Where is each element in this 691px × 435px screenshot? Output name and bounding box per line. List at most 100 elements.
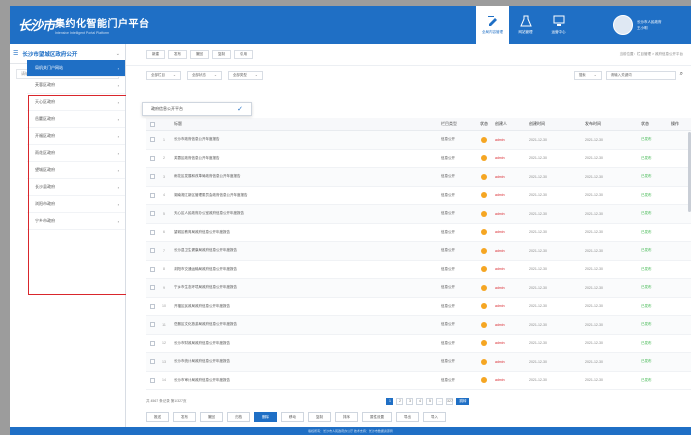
row-title[interactable]: 浏阳市交通运输局政府信息公开年度报告 bbox=[170, 267, 441, 272]
row-checkbox[interactable] bbox=[149, 322, 155, 328]
sidebar-item[interactable]: 宁乡市政府 › bbox=[27, 213, 125, 230]
row-title[interactable]: 长沙市政府信息公开年度报告 bbox=[170, 137, 441, 142]
go-button[interactable]: 跳转 bbox=[456, 397, 470, 405]
menu-icon[interactable]: ☰ bbox=[13, 50, 18, 57]
sidebar-item[interactable]: 浏阳市政府 › bbox=[27, 196, 125, 213]
row-checkbox[interactable] bbox=[149, 359, 155, 365]
row-checkbox[interactable] bbox=[149, 137, 155, 143]
table-row[interactable]: 1 长沙市政府信息公开年度报告 信息公开 admin 2021-12-30 20… bbox=[146, 131, 691, 150]
sidebar-item[interactable]: 开福区政府 › bbox=[27, 128, 125, 145]
page-button[interactable]: 327 bbox=[446, 397, 454, 405]
new-button[interactable]: 新建 bbox=[146, 50, 165, 59]
table-row[interactable]: 12 长沙市财政局政府信息公开年度报告 信息公开 admin 2021-12-3… bbox=[146, 335, 691, 353]
row-title[interactable]: 湖南湘江新区管理委员会政府信息公开年度报告 bbox=[170, 193, 441, 198]
nav-site-management[interactable]: 网站管理 bbox=[509, 6, 542, 44]
page-button[interactable]: 3 bbox=[406, 397, 414, 405]
bottom-action-button[interactable]: 移动 bbox=[281, 412, 304, 422]
row-title[interactable]: 长沙县卫生健康局政府信息公开年度报告 bbox=[170, 248, 441, 253]
row-checkbox[interactable] bbox=[149, 285, 155, 291]
row-checkbox[interactable] bbox=[149, 340, 155, 346]
row-checkbox[interactable] bbox=[149, 174, 155, 180]
search-icon[interactable]: ⌕ bbox=[680, 71, 683, 80]
header-type[interactable]: 栏目类型 bbox=[441, 121, 477, 127]
withdraw-button[interactable]: 撤回 bbox=[190, 50, 209, 59]
header-published[interactable]: 发布时间 bbox=[585, 121, 641, 127]
table-row[interactable]: 2 芙蓉区政府信息公开年度报告 信息公开 admin 2021-12-30 20… bbox=[146, 150, 691, 168]
search-input[interactable]: 请输入关键词 bbox=[605, 70, 676, 80]
bottom-action-button[interactable]: 排序 bbox=[335, 412, 358, 422]
page-button[interactable]: 2 bbox=[396, 397, 404, 405]
column-filter[interactable]: 全部栏目 ⌄ bbox=[146, 70, 181, 80]
row-title[interactable]: 长沙市财政局政府信息公开年度报告 bbox=[170, 341, 441, 346]
table-row[interactable]: 14 长沙市审计局政府信息公开年度报告 信息公开 admin 2021-12-3… bbox=[146, 372, 691, 390]
table-row[interactable]: 7 长沙县卫生健康局政府信息公开年度报告 信息公开 admin 2021-12-… bbox=[146, 242, 691, 261]
sidebar-item[interactable]: 局机关门户网站 › bbox=[27, 60, 125, 77]
table-row[interactable]: 10 开福区民政局政府信息公开年度报告 信息公开 admin 2021-12-3… bbox=[146, 298, 691, 316]
row-checkbox[interactable] bbox=[149, 192, 155, 198]
row-checkbox[interactable] bbox=[149, 377, 155, 383]
sidebar-item[interactable]: 岳麓区政府 › bbox=[27, 111, 125, 128]
table-row[interactable]: 6 望城区教育局政府信息公开年度报告 信息公开 admin 2021-12-30… bbox=[146, 224, 691, 242]
row-title[interactable]: 宁乡市生态环境局政府信息公开年度报告 bbox=[170, 285, 441, 290]
bottom-action-button[interactable]: 导出 bbox=[396, 412, 419, 422]
row-title[interactable]: 天心区人民政府办公室政府信息公开年度报告 bbox=[170, 211, 441, 216]
table-row[interactable]: 3 雨花区发展和改革局政府信息公开年度报告 信息公开 admin 2021-12… bbox=[146, 168, 691, 187]
header-created[interactable]: 创建时间 bbox=[529, 121, 585, 127]
table-row[interactable]: 11 岳麓区文化旅游局政府信息公开年度报告 信息公开 admin 2021-12… bbox=[146, 316, 691, 335]
org-selector[interactable]: 长沙市望城区政府公开 bbox=[22, 50, 77, 58]
copy-button[interactable]: 复制 bbox=[212, 50, 231, 59]
page-button[interactable]: ... bbox=[436, 397, 444, 405]
row-title[interactable]: 岳麓区文化旅游局政府信息公开年度报告 bbox=[170, 322, 441, 327]
avatar[interactable] bbox=[613, 15, 633, 35]
bottom-action-button[interactable]: 属性设置 bbox=[362, 412, 392, 422]
publish-button[interactable]: 发布 bbox=[168, 50, 187, 59]
row-title[interactable]: 芙蓉区政府信息公开年度报告 bbox=[170, 156, 441, 161]
page-button[interactable]: 4 bbox=[416, 397, 424, 405]
header-status[interactable]: 状态 bbox=[477, 121, 491, 127]
row-checkbox[interactable] bbox=[149, 266, 155, 272]
bottom-action-button[interactable]: 归档 bbox=[227, 412, 250, 422]
chevron-down-icon[interactable]: ⌄ bbox=[116, 51, 120, 57]
status-filter[interactable]: 全部状态 ⌄ bbox=[186, 70, 222, 80]
bottom-action-button[interactable]: 删除 bbox=[254, 412, 277, 422]
sidebar-item[interactable]: 望城区政府 › bbox=[27, 162, 125, 179]
site-dropdown-option[interactable]: 政府信息公开平台 ✓ bbox=[142, 102, 252, 116]
sidebar-item[interactable]: 长沙县政府 › bbox=[27, 179, 125, 196]
select-all-checkbox[interactable] bbox=[149, 121, 155, 127]
row-title[interactable]: 望城区教育局政府信息公开年度报告 bbox=[170, 230, 441, 235]
row-checkbox[interactable] bbox=[149, 248, 155, 254]
nav-content-management[interactable]: 全局内容管理 bbox=[476, 6, 509, 44]
table-row[interactable]: 5 天心区人民政府办公室政府信息公开年度报告 信息公开 admin 2021-1… bbox=[146, 205, 691, 224]
row-title[interactable]: 开福区民政局政府信息公开年度报告 bbox=[170, 304, 441, 309]
table-row[interactable]: 13 长沙市统计局政府信息公开年度报告 信息公开 admin 2021-12-3… bbox=[146, 353, 691, 372]
header-state[interactable]: 状态 bbox=[641, 121, 671, 127]
type-filter[interactable]: 全部类型 ⌄ bbox=[227, 70, 263, 80]
nav-operations[interactable]: 运营中心 bbox=[542, 6, 575, 44]
table-row[interactable]: 9 宁乡市生态环境局政府信息公开年度报告 信息公开 admin 2021-12-… bbox=[146, 279, 691, 298]
row-title[interactable]: 长沙市统计局政府信息公开年度报告 bbox=[170, 359, 441, 364]
bottom-action-button[interactable]: 推送 bbox=[146, 412, 169, 422]
row-checkbox[interactable] bbox=[149, 229, 155, 235]
search-scope[interactable]: 搜索 ⌄ bbox=[573, 70, 602, 80]
table-row[interactable]: 8 浏阳市交通运输局政府信息公开年度报告 信息公开 admin 2021-12-… bbox=[146, 261, 691, 279]
page-button[interactable]: 5 bbox=[426, 397, 434, 405]
user-menu[interactable]: 长沙市人民政府 王小明 bbox=[613, 15, 662, 35]
sidebar-item[interactable]: 芙蓉区政府 › bbox=[27, 77, 125, 94]
search-area: 搜索 ⌄ 请输入关键词 ⌕ bbox=[573, 70, 683, 80]
page-button[interactable]: 1 bbox=[386, 397, 394, 405]
row-title[interactable]: 长沙市审计局政府信息公开年度报告 bbox=[170, 378, 441, 383]
header-title[interactable]: 标题 bbox=[170, 121, 441, 127]
quote-button[interactable]: 引用 bbox=[234, 50, 253, 59]
bottom-action-button[interactable]: 导入 bbox=[423, 412, 446, 422]
sidebar-item[interactable]: 天心区政府 › bbox=[27, 94, 125, 111]
table-row[interactable]: 4 湖南湘江新区管理委员会政府信息公开年度报告 信息公开 admin 2021-… bbox=[146, 187, 691, 205]
header-user[interactable]: 创建人 bbox=[491, 121, 529, 127]
bottom-action-button[interactable]: 撤回 bbox=[200, 412, 223, 422]
row-title[interactable]: 雨花区发展和改革局政府信息公开年度报告 bbox=[170, 174, 441, 179]
row-checkbox[interactable] bbox=[149, 303, 155, 309]
bottom-action-button[interactable]: 发布 bbox=[173, 412, 196, 422]
row-checkbox[interactable] bbox=[149, 211, 155, 217]
sidebar-item[interactable]: 雨花区政府 › bbox=[27, 145, 125, 162]
row-checkbox[interactable] bbox=[149, 155, 155, 161]
bottom-action-button[interactable]: 复制 bbox=[308, 412, 331, 422]
